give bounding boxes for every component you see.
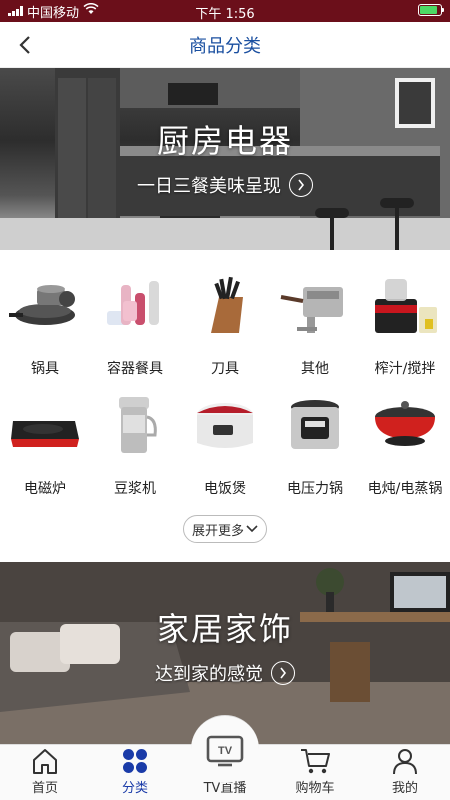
category-label: 豆浆机 (114, 481, 156, 497)
pasta-maker-icon (275, 270, 355, 340)
category-label: 电磁炉 (24, 481, 66, 497)
tab-cart[interactable]: 购物车 (270, 745, 360, 800)
status-left: 中国移动 (0, 2, 99, 21)
page-title: 商品分类 (189, 35, 261, 57)
category-grid: 锅具 容器餐具 刀具 其他 榨汁/搅拌 电磁炉 豆浆机 电饭煲 电压力锅 电炖/… (0, 250, 450, 562)
pressure-cooker-icon (275, 390, 355, 460)
tab-profile[interactable]: 我的 (360, 745, 450, 800)
tab-label: 分类 (121, 781, 148, 796)
category-knives[interactable]: 刀具 (180, 270, 270, 378)
expand-more-button[interactable]: 展开更多 (183, 515, 267, 543)
tab-tv-live[interactable]: TV TV直播 (180, 715, 270, 800)
banner-kitchen-subtitle: 一日三餐美味呈现 (137, 176, 281, 197)
expand-more-label: 展开更多 (191, 523, 244, 539)
chevron-down-icon (246, 525, 258, 533)
tab-category[interactable]: 分类 (90, 745, 180, 800)
banner-kitchen-text: 厨房电器 一日三餐美味呈现 (0, 116, 450, 198)
tab-label: 我的 (391, 781, 418, 796)
banner-home-text: 家居家饰 达到家的感觉 (0, 604, 450, 686)
banner-home-title: 家居家饰 (156, 610, 293, 648)
back-button[interactable] (10, 30, 40, 60)
induction-cooker-icon (5, 390, 85, 460)
soymilk-maker-icon (95, 390, 175, 460)
category-pressure-cooker[interactable]: 电压力锅 (270, 390, 360, 498)
arrow-circle-icon (271, 661, 295, 685)
banner-kitchen-appliances[interactable]: 厨房电器 一日三餐美味呈现 (0, 68, 450, 250)
tv-icon: TV (191, 715, 259, 783)
category-containers[interactable]: 容器餐具 (90, 270, 180, 378)
banner-kitchen-subtitle-row: 一日三餐美味呈现 (137, 172, 313, 198)
rice-cooker-icon (185, 390, 265, 460)
nav-bar: 商品分类 (0, 22, 450, 68)
category-other[interactable]: 其他 (270, 270, 360, 378)
category-label: 榨汁/搅拌 (374, 361, 436, 377)
arrow-circle-icon (289, 173, 313, 197)
banner-home-subtitle: 达到家的感觉 (155, 664, 263, 685)
containers-icon (95, 270, 175, 340)
category-rice-cooker[interactable]: 电饭煲 (180, 390, 270, 498)
user-icon (391, 745, 419, 777)
juicer-icon (365, 270, 445, 340)
tab-label: 购物车 (295, 781, 335, 796)
category-soymilk-maker[interactable]: 豆浆机 (90, 390, 180, 498)
home-icon (31, 745, 59, 777)
category-label: 刀具 (211, 361, 239, 377)
banner-home-subtitle-row: 达到家的感觉 (155, 660, 295, 686)
electric-stewpot-icon (365, 390, 445, 460)
cookware-icon (5, 270, 85, 340)
category-juicer[interactable]: 榨汁/搅拌 (360, 270, 450, 378)
category-label: 锅具 (31, 361, 59, 377)
category-icon (121, 745, 149, 777)
cart-icon (299, 745, 331, 777)
carrier-name: 中国移动 (27, 5, 80, 21)
svg-text:TV: TV (218, 745, 233, 757)
category-label: 容器餐具 (107, 361, 163, 377)
category-label: 其他 (301, 361, 329, 377)
knife-block-icon (185, 270, 265, 340)
signal-icon (8, 6, 23, 16)
battery-icon (418, 4, 444, 16)
tab-label: 首页 (31, 781, 58, 796)
banner-kitchen-title: 厨房电器 (156, 122, 293, 160)
category-electric-stewpot[interactable]: 电炖/电蒸锅 (360, 390, 450, 498)
status-bar: 中国移动 下午 1:56 (0, 0, 450, 22)
status-time: 下午 1:56 (195, 7, 255, 22)
category-cookware[interactable]: 锅具 (0, 270, 90, 378)
chevron-left-icon (19, 36, 30, 54)
tab-home[interactable]: 首页 (0, 745, 90, 800)
bottom-tab-bar: 首页 分类 TV TV直播 购物车 我的 (0, 715, 450, 800)
category-label: 电饭煲 (204, 481, 246, 497)
category-label: 电压力锅 (287, 481, 343, 497)
wifi-icon (83, 2, 99, 19)
category-label: 电炖/电蒸锅 (367, 481, 443, 497)
category-induction-cooker[interactable]: 电磁炉 (0, 390, 90, 498)
